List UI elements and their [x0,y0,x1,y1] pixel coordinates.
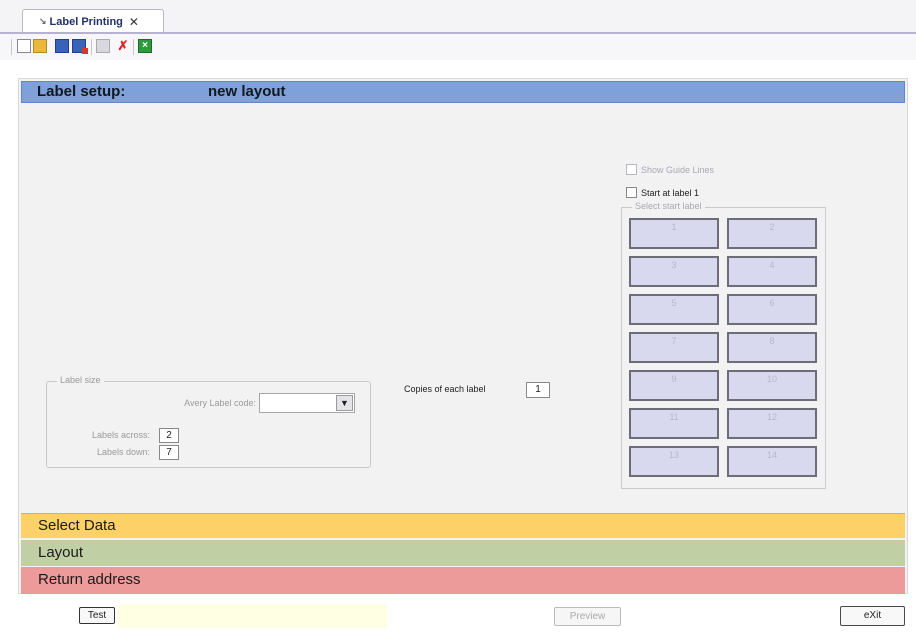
return-address-section[interactable]: Return address [21,567,905,594]
labels-down-label: Labels down: [96,447,150,457]
tab-label-printing[interactable]: ↘ Label Printing ✕ [22,9,164,33]
start-label-box[interactable]: 10 [727,370,817,401]
labels-across-label: Labels across: [91,430,150,440]
print-icon[interactable] [96,39,110,53]
labels-down-input[interactable]: 7 [159,445,179,460]
start-label-box[interactable]: 14 [727,446,817,477]
close-icon[interactable]: ✕ [129,15,139,29]
start-label-box[interactable]: 6 [727,294,817,325]
select-data-section[interactable]: Select Data [21,513,905,538]
toolbar-separator [91,39,92,55]
header-title: Label setup: [37,83,126,100]
start-label-box[interactable]: 2 [727,218,817,249]
copies-label: Copies of each label [404,384,486,394]
show-guide-lines-checkbox[interactable] [626,164,637,175]
start-label-box[interactable]: 5 [629,294,719,325]
exit-button[interactable]: eXit [840,606,905,626]
show-guide-lines-option[interactable]: Show Guide Lines [626,164,714,175]
excel-export-icon[interactable]: × [138,39,152,53]
start-label-box[interactable]: 1 [629,218,719,249]
start-label-box[interactable]: 8 [727,332,817,363]
delete-icon[interactable]: ✗ [116,39,130,53]
avery-label-code-label: Avery Label code: [184,398,256,408]
toolbar-separator [11,39,12,55]
show-guide-lines-label: Show Guide Lines [641,164,715,175]
start-label-box[interactable]: 7 [629,332,719,363]
tab-label: Label Printing [49,15,123,28]
save-as-icon[interactable] [72,39,88,54]
toolbar: ✗ × [0,34,916,60]
start-label-box[interactable]: 3 [629,256,719,287]
start-label-box[interactable]: 9 [629,370,719,401]
start-at-label-1-label: Start at label 1 [641,187,700,198]
new-document-icon[interactable] [17,39,31,53]
open-folder-icon[interactable] [33,39,47,53]
copies-input[interactable]: 1 [526,382,550,398]
labels-across-input[interactable]: 2 [159,428,179,443]
tab-icon: ↘ [39,16,47,26]
chevron-down-icon[interactable]: ▼ [336,395,353,411]
preview-button[interactable]: Preview [554,607,621,626]
save-icon[interactable] [55,39,69,53]
start-label-box[interactable]: 11 [629,408,719,439]
start-label-box[interactable]: 4 [727,256,817,287]
label-setup-header[interactable]: Label setup: new layout [21,81,905,103]
layout-section[interactable]: Layout [21,540,905,566]
start-label-box[interactable]: 13 [629,446,719,477]
start-at-label-1-checkbox[interactable] [626,187,637,198]
tab-strip: ↘ Label Printing ✕ [0,0,916,33]
avery-label-code-select[interactable]: ▼ [259,393,355,413]
label-size-legend: Label size [57,375,104,385]
layout-name: new layout [208,83,286,100]
status-area [118,604,387,628]
toolbar-separator [133,39,134,55]
start-label-box[interactable]: 12 [727,408,817,439]
test-button[interactable]: Test [79,607,115,624]
start-at-label-1-option[interactable]: Start at label 1 [626,187,699,198]
select-start-label-legend: Select start label [632,201,705,211]
